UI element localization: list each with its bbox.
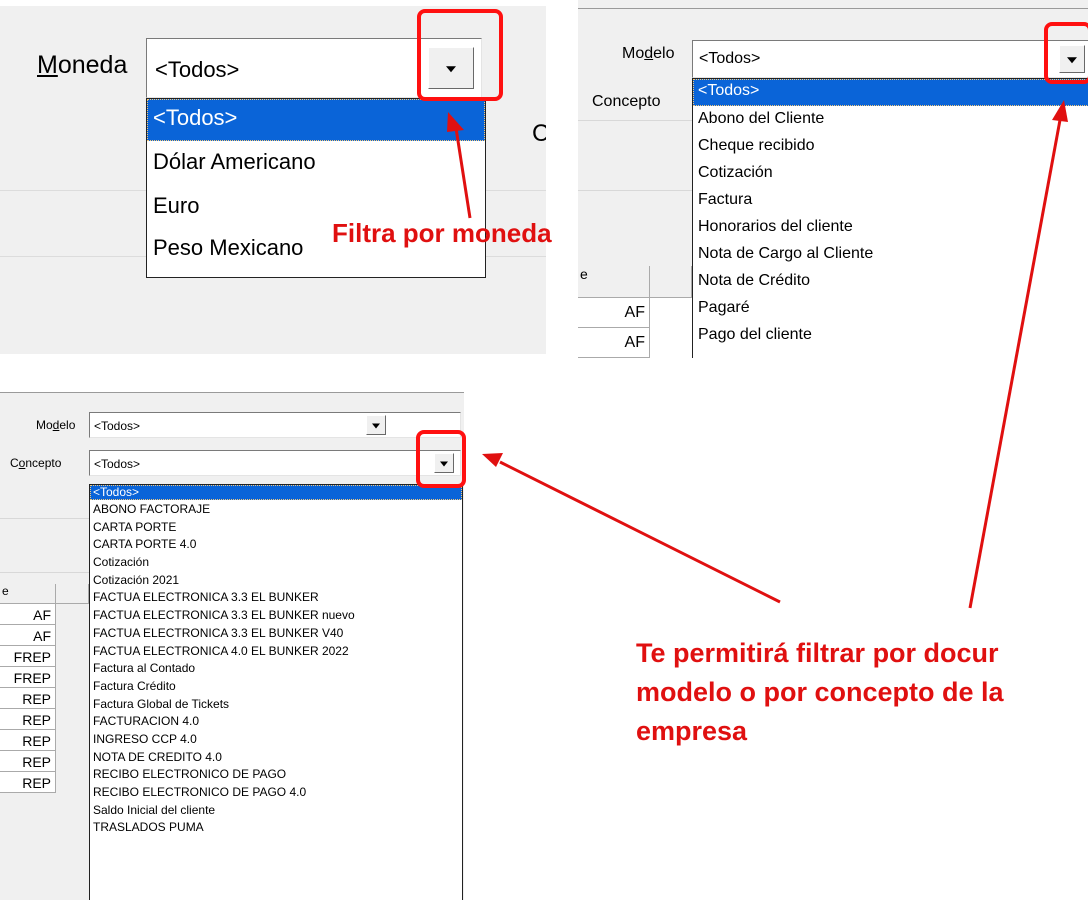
annotation-main: Te permitirá filtrar por docur modelo o … [636, 634, 1004, 751]
annotation-line: empresa [636, 716, 748, 746]
annotation-line: modelo o por concepto de la [636, 677, 1004, 707]
annotation-line: Te permitirá filtrar por docur [636, 638, 999, 668]
red-arrows [482, 100, 1068, 609]
